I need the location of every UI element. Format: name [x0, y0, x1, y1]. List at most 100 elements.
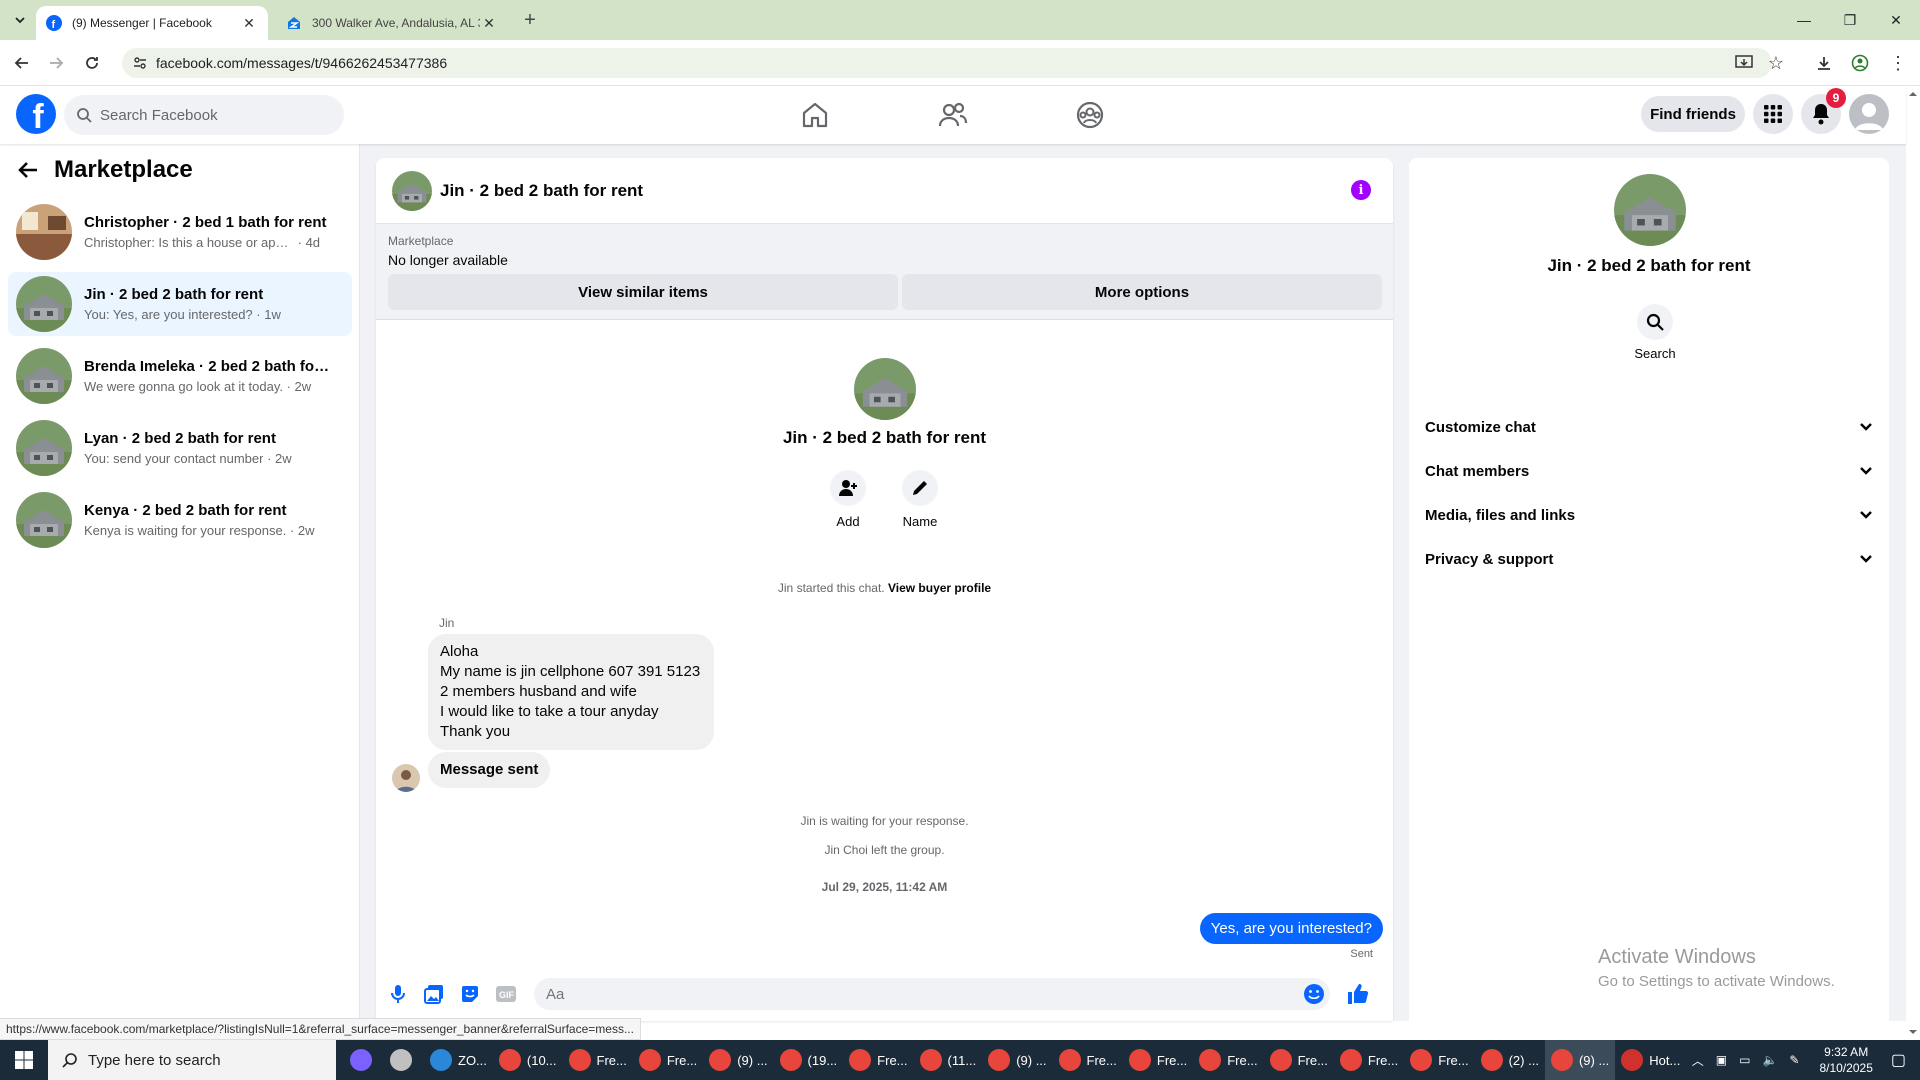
taskbar-app[interactable]: (10... [493, 1040, 563, 1080]
taskbar-app[interactable] [344, 1040, 384, 1080]
facebook-logo-icon[interactable]: f [16, 94, 56, 134]
conversation-item[interactable]: Brenda Imeleka · 2 bed 2 bath for ... We … [8, 344, 352, 408]
volume-icon[interactable]: 🔈 [1762, 1053, 1777, 1067]
details-section-customize-chat[interactable]: Customize chat [1425, 405, 1873, 449]
restore-icon[interactable]: ❐ [1830, 8, 1870, 32]
taskbar-app[interactable]: Fre... [1193, 1040, 1263, 1080]
find-friends-button[interactable]: Find friends [1641, 96, 1745, 132]
chat-title[interactable]: Jin · 2 bed 2 bath for rent [440, 181, 643, 201]
message-line: Thank you [440, 723, 511, 740]
add-member-button[interactable]: Add [818, 470, 878, 529]
taskbar-app-label: (9) ... [737, 1052, 768, 1068]
site-info-icon[interactable] [132, 55, 148, 71]
chat-avatar[interactable] [392, 170, 432, 211]
taskbar-app[interactable]: Hot... [1615, 1040, 1686, 1080]
profile-name: Jin · 2 bed 2 bath for rent [782, 428, 987, 447]
install-app-icon[interactable] [1732, 51, 1756, 75]
taskbar-app[interactable]: (9) ... [1544, 1040, 1616, 1080]
network-icon[interactable]: ▭ [1739, 1053, 1750, 1067]
taskbar-app[interactable]: Fre... [1123, 1040, 1193, 1080]
conversation-item[interactable]: Kenya · 2 bed 2 bath for rent Kenya is wa… [8, 488, 352, 552]
taskbar-app[interactable]: ZO... [424, 1040, 493, 1080]
details-avatar[interactable] [1614, 174, 1686, 246]
taskbar-app[interactable]: Fre... [563, 1040, 633, 1080]
taskbar-app-label: Fre... [1297, 1052, 1328, 1068]
tab-close-icon[interactable]: ✕ [240, 14, 258, 32]
tab-title: (9) Messenger | Facebook [72, 16, 212, 30]
forward-icon[interactable] [44, 51, 68, 75]
taskbar-app[interactable]: Fre... [1334, 1040, 1404, 1080]
minimize-icon[interactable]: — [1784, 8, 1824, 32]
pen-icon[interactable]: ✎ [1789, 1053, 1799, 1067]
windows-start-icon[interactable] [0, 1040, 48, 1080]
gif-icon[interactable]: GIF [494, 982, 518, 1006]
tab-messenger[interactable]: f (9) Messenger | Facebook ✕ [36, 6, 268, 40]
menu-grid-icon[interactable] [1753, 94, 1793, 134]
taskbar-app[interactable]: (19... [774, 1040, 844, 1080]
groups-nav-icon[interactable] [1070, 98, 1110, 132]
url-field[interactable]: facebook.com/messages/t/9466262453477386 [122, 48, 1772, 78]
photo-icon[interactable] [422, 982, 446, 1006]
tab-close-icon[interactable]: ✕ [480, 14, 498, 32]
conversation-item[interactable]: Lyan · 2 bed 2 bath for rent You: send yo… [8, 416, 352, 480]
taskbar-app-label: (9) ... [1016, 1052, 1047, 1068]
conversation-preview: We were gonna go look at it today. [84, 379, 283, 394]
emoji-icon[interactable] [1302, 982, 1326, 1006]
page-scrollbar[interactable] [1906, 86, 1920, 1040]
taskbar-search-input[interactable]: Type here to search [48, 1040, 336, 1080]
microphone-icon[interactable] [386, 982, 410, 1006]
taskbar-app[interactable]: (9) ... [703, 1040, 773, 1080]
view-similar-items-button[interactable]: View similar items [388, 274, 898, 310]
details-section-media-files-and-links[interactable]: Media, files and links [1425, 493, 1873, 537]
conversation-time: 1w [264, 307, 281, 322]
taskbar-app[interactable]: (2) ... [1475, 1040, 1545, 1080]
conversation-item[interactable]: Jin · 2 bed 2 bath for rent You: Yes, are… [8, 272, 352, 336]
back-icon[interactable] [10, 51, 34, 75]
like-thumb-icon[interactable] [1346, 982, 1370, 1006]
conversation-item[interactable]: Christopher · 2 bed 1 bath for rent Chris… [8, 200, 352, 264]
profile-icon[interactable] [1848, 51, 1872, 75]
taskbar-app[interactable]: Fre... [1264, 1040, 1334, 1080]
more-options-button[interactable]: More options [902, 274, 1382, 310]
close-window-icon[interactable]: ✕ [1876, 8, 1916, 32]
page-title: Marketplace [54, 156, 193, 183]
info-icon[interactable]: i [1351, 180, 1371, 200]
view-buyer-profile-link[interactable]: View buyer profile [888, 581, 991, 595]
outgoing-message[interactable]: Yes, are you interested? [1199, 913, 1383, 944]
facebook-search-input[interactable]: Search Facebook [64, 95, 344, 135]
listing-status: No longer available [388, 252, 508, 268]
account-avatar-icon[interactable] [1849, 94, 1889, 134]
details-section-chat-members[interactable]: Chat members [1425, 449, 1873, 493]
friends-nav-icon[interactable] [933, 98, 973, 132]
notification-center-icon[interactable]: ▢ [1891, 1050, 1906, 1070]
taskbar-app[interactable]: (11... [914, 1040, 983, 1080]
taskbar-app[interactable]: Fre... [1404, 1040, 1474, 1080]
reload-icon[interactable] [80, 51, 104, 75]
profile-avatar[interactable] [853, 358, 916, 420]
edit-name-button[interactable]: Name [890, 470, 950, 529]
details-section-privacy-support[interactable]: Privacy & support [1425, 537, 1873, 581]
home-nav-icon[interactable] [795, 98, 835, 132]
message-input[interactable] [534, 978, 1330, 1010]
taskbar-app[interactable]: (9) ... [982, 1040, 1052, 1080]
incoming-message[interactable]: Aloha My name is jin cellphone 607 391 51… [428, 634, 714, 750]
back-arrow-icon[interactable] [18, 161, 38, 179]
app-icon [498, 1049, 521, 1071]
taskbar-app[interactable]: Fre... [633, 1040, 703, 1080]
taskbar-app[interactable]: Fre... [843, 1040, 913, 1080]
taskbar-clock[interactable]: 9:32 AM 8/10/2025 [1819, 1044, 1872, 1076]
camera-icon[interactable]: ▣ [1716, 1053, 1727, 1067]
message-sent-bubble[interactable]: Message sent [428, 752, 551, 788]
tab-zillow[interactable]: 300 Walker Ave, Andalusia, AL 3 ✕ [276, 6, 508, 40]
taskbar-app[interactable] [384, 1040, 424, 1080]
sticker-icon[interactable] [458, 982, 482, 1006]
new-tab-icon[interactable]: + [518, 8, 542, 32]
tab-search-dropdown-icon[interactable] [8, 8, 32, 32]
sender-avatar[interactable] [392, 764, 420, 792]
taskbar-app[interactable]: Fre... [1053, 1040, 1123, 1080]
show-hidden-icons-icon[interactable]: ︿ [1692, 1052, 1704, 1069]
bookmark-star-icon[interactable]: ☆ [1764, 51, 1788, 75]
browser-menu-icon[interactable]: ⋮ [1886, 51, 1910, 75]
search-in-chat-button[interactable]: Search [1625, 304, 1685, 361]
downloads-icon[interactable] [1812, 51, 1836, 75]
